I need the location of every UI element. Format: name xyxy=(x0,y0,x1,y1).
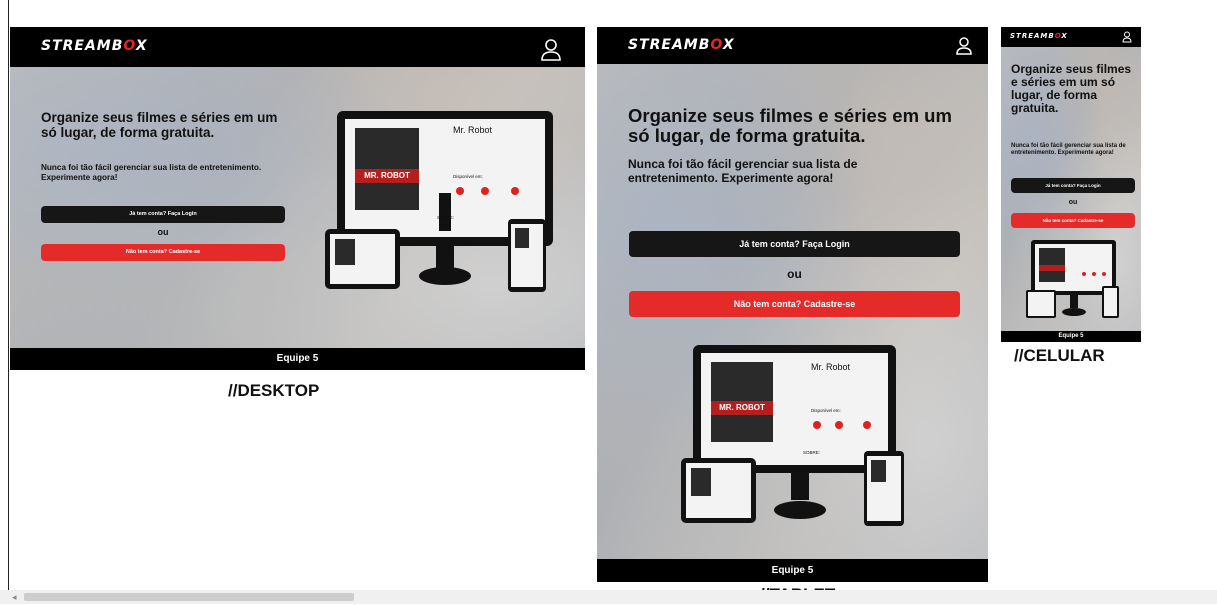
desktop-headline: Organize seus filmes e séries em um só l… xyxy=(41,110,278,140)
mobile-devices-mockup xyxy=(1026,240,1121,325)
user-icon[interactable] xyxy=(955,36,973,56)
mobile-preview: STREAMBOX Organize seus filmes e séries … xyxy=(1001,27,1141,342)
tablet-signup-button[interactable]: Não tem conta? Cadastre-se xyxy=(629,291,960,317)
tablet-mockup-poster-text: MR. ROBOT xyxy=(719,403,765,412)
tablet-logo[interactable]: STREAMBOX xyxy=(628,37,735,53)
tablet-mockup-about: SOBRE: xyxy=(803,450,821,455)
mobile-caption: //CELULAR xyxy=(1014,346,1105,365)
window-edge xyxy=(8,0,9,590)
desktop-preview: STREAMBOX Organize seus filmes e séries … xyxy=(10,27,585,370)
tablet-preview: STREAMBOX Organize seus filmes e séries … xyxy=(597,27,988,582)
tablet-mockup-title: Mr. Robot xyxy=(811,362,851,372)
user-icon[interactable] xyxy=(1122,31,1132,43)
desktop-devices-mockup: Mr. Robot MR. ROBOT Disponível em: SOBRE… xyxy=(325,111,561,296)
tablet-devices-mockup: Mr. Robot MR. ROBOT Disponível em: SOBRE… xyxy=(681,345,911,530)
mobile-navbar: STREAMBOX xyxy=(1001,27,1141,47)
mobile-login-button[interactable]: Já tem conta? Faça Login xyxy=(1011,178,1135,193)
desktop-mockup-available: Disponível em: xyxy=(453,174,483,179)
mobile-logo[interactable]: STREAMBOX xyxy=(1010,32,1068,40)
desktop-mockup-title: Mr. Robot xyxy=(453,125,493,135)
desktop-footer: Equipe 5 xyxy=(10,348,585,370)
mobile-signup-button[interactable]: Não tem conta? Cadastre-se xyxy=(1011,213,1135,228)
desktop-signup-button[interactable]: Não tem conta? Cadastre-se xyxy=(41,244,285,261)
tablet-headline: Organize seus filmes e séries em um só l… xyxy=(628,105,952,146)
desktop-caption: //DESKTOP xyxy=(228,381,320,400)
tablet-login-button[interactable]: Já tem conta? Faça Login xyxy=(629,231,960,257)
user-icon[interactable] xyxy=(540,38,562,62)
tablet-footer: Equipe 5 xyxy=(597,559,988,582)
scroll-left-arrow-icon[interactable]: ◂ xyxy=(12,592,17,603)
tablet-or-label: ou xyxy=(787,267,802,281)
mobile-headline: Organize seus filmes e séries em um só l… xyxy=(1011,62,1132,115)
desktop-subtext: Nunca foi tão fácil gerenciar sua lista … xyxy=(41,163,262,182)
desktop-logo[interactable]: STREAMBOX xyxy=(41,38,148,54)
desktop-login-button[interactable]: Já tem conta? Faça Login xyxy=(41,206,285,223)
scrollbar-thumb[interactable] xyxy=(24,593,354,601)
desktop-navbar: STREAMBOX xyxy=(10,27,585,67)
mobile-or-label: ou xyxy=(1068,199,1078,206)
desktop-mockup-poster-text: MR. ROBOT xyxy=(364,171,410,180)
tablet-mockup-available: Disponível em: xyxy=(811,408,841,413)
desktop-mockup-about: SOBRE: xyxy=(437,215,455,220)
desktop-or-label: ou xyxy=(157,227,169,237)
tablet-subtext: Nunca foi tão fácil gerenciar sua lista … xyxy=(628,157,858,186)
mobile-footer: Equipe 5 xyxy=(1001,331,1141,342)
mobile-subtext: Nunca foi tão fácil gerenciar sua lista … xyxy=(1011,143,1126,157)
tablet-navbar: STREAMBOX xyxy=(597,27,988,64)
